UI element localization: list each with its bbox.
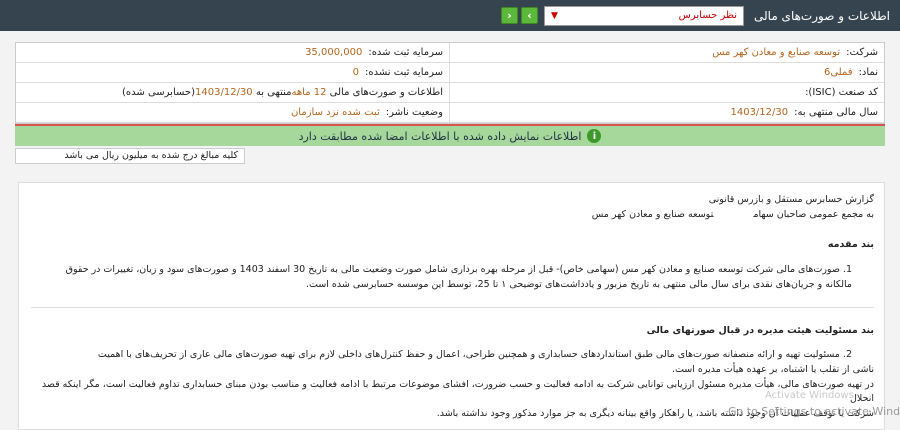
statements-ending: منتهی به [255,87,292,98]
statements-date: 1403/12/30 [195,87,253,98]
unregistered-capital-label: سرمایه ثبت نشده: [365,67,443,78]
isic-cell: کد صنعت (ISIC): [450,83,884,102]
info-row: سال مالی منتهی به: 1403/12/30 وضعیت ناشر… [16,103,884,123]
isic-label: کد صنعت (ISIC): [805,87,878,98]
info-row: کد صنعت (ISIC): اطلاعات و صورت‌های مالی … [16,83,884,103]
windows-watermark-title: Activate Windows [765,390,854,401]
info-row: شرکت: توسعه صنایع و معادن کهر مس سرمایه … [16,43,884,63]
symbol-label: نماد: [858,67,878,78]
statements-label: اطلاعات و صورت‌های مالی [329,87,443,98]
windows-watermark: Go to Settings to activate Windows. [728,405,900,418]
auditor-report: گزارش حسابرس مستقل و بازرس قانونی به مجم… [18,182,885,430]
symbol-value[interactable]: فملی6 [824,67,853,78]
responsibility-paragraph-1: 2. مسئولیت تهیه و ارائه منصفانه صورت‌های… [97,349,852,361]
registered-capital-value: 35,000,000 [305,47,363,58]
amounts-unit-note: کلیه مبالغ درج شده به میلیون ریال می باش… [15,148,245,164]
info-row: نماد: فملی6 سرمایه ثبت نشده: 0 [16,63,884,83]
report-type-value: نظر حسابرس [678,10,737,21]
statements-cell: اطلاعات و صورت‌های مالی 12 ماهه منتهی به… [16,83,450,102]
report-company: توسعه صنایع و معادن کهر مس [591,208,714,220]
publisher-status-cell: وضعیت ناشر: ثبت شده نزد سازمان [16,103,450,122]
top-bar: اطلاعات و صورت‌های مالی نظر حسابرس ▼ › ‹ [0,0,900,31]
publisher-status-value: ثبت شده نزد سازمان [290,107,380,118]
statements-status: (حسابرسی شده) [122,87,196,98]
registered-capital-cell: سرمایه ثبت شده: 35,000,000 [16,43,450,62]
report-type-select[interactable]: نظر حسابرس ▼ [544,5,744,26]
report-addressee-text: به مجمع عمومی صاحبان سهام [753,208,874,220]
fiscal-year-label: سال مالی منتهی به: [794,107,878,118]
previous-report-button[interactable]: ‹ [501,7,518,24]
chevron-left-icon: ‹ [507,9,512,22]
intro-paragraph-2: مالکانه و جریان‌های نقدی برای سال مالی م… [305,278,852,290]
section-divider [31,306,874,308]
company-info-table: شرکت: توسعه صنایع و معادن کهر مس سرمایه … [15,42,885,124]
verification-alert: i اطلاعات نمایش داده شده با اطلاعات امضا… [15,124,885,146]
registered-capital-label: سرمایه ثبت شده: [368,47,443,58]
intro-heading: بند مقدمه [827,239,874,251]
company-cell: شرکت: توسعه صنایع و معادن کهر مس [450,43,884,62]
chevron-right-icon: › [527,9,532,22]
chevron-down-icon: ▼ [551,10,558,21]
responsibility-heading: بند مسئولیت هیئت مدیره در قبال صورتهای م… [646,324,874,336]
unregistered-capital-cell: سرمایه ثبت نشده: 0 [16,63,450,82]
unregistered-capital-value: 0 [352,67,360,78]
report-title: گزارش حسابرس مستقل و بازرس قانونی [708,194,874,205]
publisher-status-label: وضعیت ناشر: [385,107,443,118]
page-title: اطلاعات و صورت‌های مالی [754,8,890,23]
company-value[interactable]: توسعه صنایع و معادن کهر مس [712,47,840,58]
company-label: شرکت: [846,47,878,58]
responsibility-paragraph-2: ناشی از تقلب یا اشتباه، بر عهده هیأت مدی… [671,364,874,376]
info-icon: i [587,129,602,143]
report-addressee: به مجمع عمومی صاحبان سهام توسعه صنایع و م… [31,208,874,223]
fiscal-year-cell: سال مالی منتهی به: 1403/12/30 [450,103,884,122]
alert-text: اطلاعات نمایش داده شده با اطلاعات امضا ش… [298,129,582,143]
next-report-button[interactable]: › [521,7,538,24]
responsibility-paragraph-3: در تهیه صورت‌های مالی، هیأت مدیره مسئول … [41,378,874,405]
fiscal-year-value: 1403/12/30 [730,107,789,118]
statements-period: 12 ماهه [291,87,327,98]
symbol-cell: نماد: فملی6 [450,63,884,82]
intro-paragraph-1: 1. صورت‌های مالی شرکت توسعه صنایع و معاد… [65,264,852,276]
